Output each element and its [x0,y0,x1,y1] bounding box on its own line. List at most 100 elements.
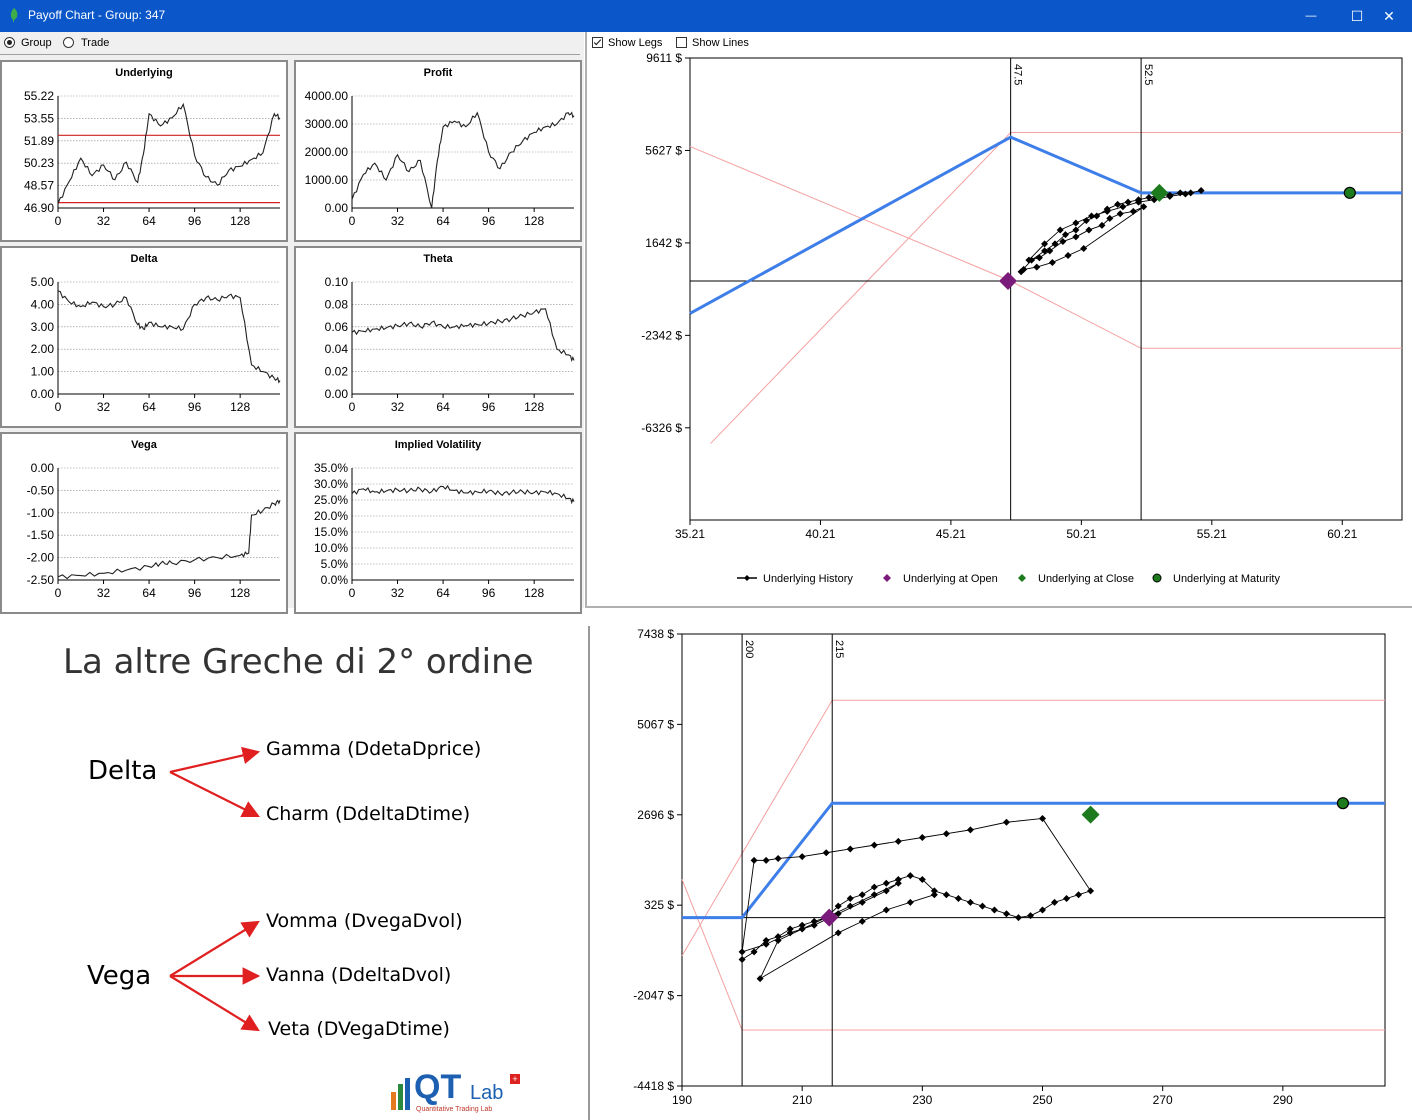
x-tick-label: 290 [1273,1093,1293,1107]
x-tick-label: 0 [55,400,62,414]
y-tick-label: -2.00 [27,551,55,565]
trade-radio-label[interactable]: Trade [81,37,109,49]
y-tick-label: 3000.00 [305,117,349,131]
y-tick-label: 0.00 [31,461,55,475]
x-tick-label: 128 [524,400,544,414]
legend-circle-swatch [1152,573,1162,583]
group-radio-label[interactable]: Group [21,37,52,49]
logo-subtitle: Quantitative Trading Lab [416,1106,493,1113]
y-tick-label: -0.50 [27,483,55,497]
x-tick-label: 96 [188,214,202,228]
y-tick-label: 1.00 [31,365,55,379]
x-tick-label: 32 [97,214,111,228]
legend-label: Underlying at Open [903,573,998,585]
charm-node: Charm (DdeltaDtime) [266,803,471,825]
y-tick-label: 3.00 [31,320,55,334]
x-tick-label: 250 [1032,1093,1052,1107]
legend-label: Underlying History [763,573,853,585]
x-tick-label: 55.21 [1197,527,1227,541]
x-tick-label: 64 [142,400,156,414]
series-line [351,111,575,209]
gamma-node: Gamma (DdetaDprice) [266,738,482,760]
y-tick-label: -4418 $ [633,1079,674,1093]
arrow-delta-charm [169,771,260,817]
x-tick-label: 270 [1153,1093,1173,1107]
x-tick-label: 35.21 [675,527,705,541]
y-tick-label: -2342 $ [641,328,682,342]
legend-label: Underlying at Maturity [1173,573,1280,585]
vega-node: Vega [87,961,152,991]
x-tick-label: 96 [482,400,496,414]
x-tick-label: 128 [524,214,544,228]
x-tick-label: 32 [97,586,111,600]
y-tick-label: 2.00 [31,342,55,356]
x-tick-label: 0 [55,214,62,228]
y-tick-label: 7438 $ [637,627,674,641]
plot-area [689,57,1403,521]
y-tick-label: 0.0% [321,573,349,587]
y-tick-label: 9611 $ [646,51,682,65]
y-tick-label: 4.00 [31,297,55,311]
x-tick-label: 230 [912,1093,932,1107]
slide-heading: La altre Greche di 2° ordine [63,642,534,682]
bars-icon [391,1078,410,1110]
mini-chart-implied-volatility: Implied Volatility 35.0% 30.0% 25.0% 20.0% 15… [294,432,582,614]
y-tick-label: 5067 $ [637,717,674,731]
y-tick-label: 0.00 [31,387,55,401]
legend-marker-swatch [883,574,891,582]
x-tick-label: 96 [188,586,202,600]
y-tick-label: 5.0% [321,557,349,571]
close-icon: ✕ [1383,7,1395,24]
strike-label: 52.5 [1142,64,1154,85]
y-tick-label: 46.90 [24,201,54,215]
show-lines-label[interactable]: Show Lines [692,37,749,49]
y-tick-label: 25.0% [314,493,348,507]
y-tick-label: 30.0% [314,477,348,491]
y-tick-label: 53.55 [24,111,54,125]
mini-chart-profit: Profit 4000.00 3000.00 2000.00 1000.00 0.00 0 3… [294,60,582,242]
mini-chart-delta: Delta 5.00 4.00 3.00 2.00 1.00 0.00 0 32 64 96 128 [0,246,288,428]
x-tick-label: 32 [97,400,111,414]
x-tick-label: 0 [349,586,356,600]
close-button[interactable]: ✕ [1366,0,1412,32]
x-tick-label: 45.21 [936,527,966,541]
delta-node: Delta [88,756,158,786]
series-line [57,499,281,580]
y-tick-label: 50.23 [24,156,54,170]
strike-label: 215 [833,640,845,658]
y-tick-label: 51.89 [24,134,54,148]
x-tick-label: 32 [391,586,405,600]
maturity-marker [1343,186,1356,199]
show-legs-label[interactable]: Show Legs [608,37,662,49]
mini-chart-plot: 4000.00 3000.00 2000.00 1000.00 0.000 32 64 96 1… [305,89,575,228]
trade-radio[interactable] [63,37,74,48]
y-tick-label: 5627 $ [645,143,682,157]
y-tick-label: 1642 $ [645,236,682,250]
legend-label: Underlying at Close [1038,573,1134,585]
y-tick-label: 2000.00 [305,145,349,159]
show-lines-checkbox[interactable] [676,37,687,48]
group-radio[interactable] [4,37,15,48]
x-tick-label: 0 [349,214,356,228]
mini-chart-underlying: Underlying 55.22 53.55 51.89 50.23 48.57 46.90… [0,60,288,242]
legend-marker-swatch [1018,574,1026,582]
title-bar: Payoff Chart - Group: 347 — ☐ ✕ [0,0,1412,32]
x-tick-label: 32 [391,400,405,414]
y-tick-label: -6326 $ [641,421,682,435]
y-tick-label: 0.00 [325,201,349,215]
y-tick-label: -2047 $ [633,989,674,1003]
window-title: Payoff Chart - Group: 347 [28,8,166,22]
minimize-button[interactable]: — [1288,0,1334,32]
x-tick-label: 64 [436,214,450,228]
greek-arrows [169,746,261,1032]
show-legs-checkbox[interactable] [592,37,603,48]
checkmark-icon [593,39,602,46]
y-tick-label: 4000.00 [305,89,349,103]
arrow-vega-veta [169,975,260,1032]
series-line [57,102,281,205]
maturity-marker [1336,797,1350,810]
y-tick-label: 0.06 [325,320,349,334]
x-tick-label: 32 [391,214,405,228]
y-tick-label: -2.50 [27,573,55,587]
y-tick-label: -1.00 [27,506,55,520]
